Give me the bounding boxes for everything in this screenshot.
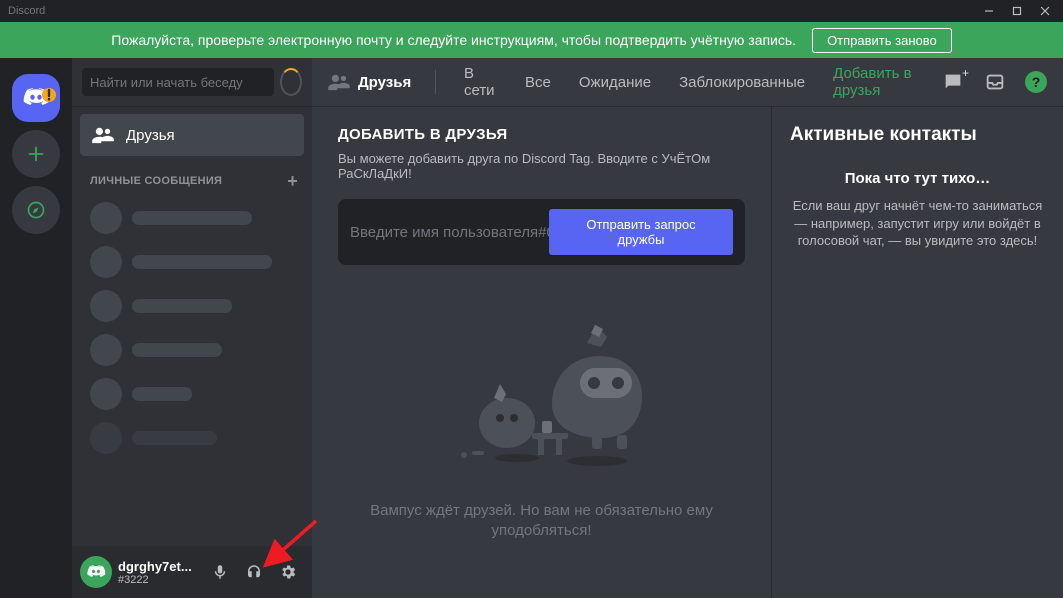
page-title: Друзья [358, 74, 411, 91]
add-server-button[interactable] [12, 130, 60, 178]
now-playing-title: Активные контакты [790, 124, 1045, 146]
empty-state-text: Вампус ждёт друзей. Но вам не обязательн… [362, 501, 722, 540]
banner-resend-button[interactable]: Отправить заново [812, 28, 952, 53]
mute-button[interactable] [204, 556, 236, 588]
friends-icon [328, 73, 350, 91]
tab-blocked[interactable]: Заблокированные [675, 72, 809, 93]
dm-placeholder-item [80, 285, 304, 327]
server-sidebar [0, 22, 72, 598]
search-input[interactable] [82, 68, 274, 96]
dm-placeholder-item [80, 373, 304, 415]
empty-state-illustration [392, 303, 692, 473]
user-avatar[interactable] [80, 556, 112, 588]
dm-placeholder-item [80, 417, 304, 459]
dm-placeholder-item [80, 197, 304, 239]
tab-all[interactable]: Все [521, 72, 555, 93]
send-friend-request-button[interactable]: Отправить запрос дружбы [549, 209, 733, 255]
dm-header-label: ЛИЧНЫЕ СООБЩЕНИЯ [90, 175, 222, 187]
content-area: Пожалуйста, проверьте электронную почту … [312, 22, 1063, 598]
window-controls [975, 0, 1059, 22]
message-icon [942, 71, 964, 93]
gear-icon [279, 563, 297, 581]
notification-badge-icon [40, 86, 58, 104]
settings-button[interactable] [272, 556, 304, 588]
help-button[interactable]: ? [1025, 71, 1047, 93]
deafen-button[interactable] [238, 556, 270, 588]
dm-placeholder-item [80, 241, 304, 283]
maximize-button[interactable] [1003, 0, 1031, 22]
add-friend-input[interactable] [350, 224, 549, 241]
compass-icon [26, 200, 46, 220]
friends-icon [92, 126, 114, 144]
user-tag: #3222 [118, 574, 198, 586]
minimize-button[interactable] [975, 0, 1003, 22]
discord-logo-icon [86, 565, 106, 579]
add-friend-subtitle: Вы можете добавить друга по Discord Tag.… [338, 151, 745, 181]
now-playing-column: Активные контакты Пока что тут тихо… Есл… [771, 106, 1063, 598]
add-friend-title: ДОБАВИТЬ В ДРУЗЬЯ [338, 126, 745, 143]
now-playing-quiet-desc: Если ваш друг начнёт чем-то заниматься —… [790, 197, 1045, 250]
tab-add-friend[interactable]: Добавить в друзья [829, 63, 933, 101]
app-title: Discord [8, 5, 45, 17]
microphone-icon [211, 563, 229, 581]
friends-nav-button[interactable]: Друзья [80, 114, 304, 156]
headphones-icon [245, 563, 263, 581]
now-playing-quiet-title: Пока что тут тихо… [790, 170, 1045, 187]
titlebar: Discord [0, 0, 1063, 22]
inbox-button[interactable] [983, 70, 1007, 94]
banner-text: Пожалуйста, проверьте электронную почту … [111, 32, 796, 48]
create-dm-button[interactable]: + [287, 172, 298, 190]
add-friend-panel: ДОБАВИТЬ В ДРУЗЬЯ Вы можете добавить дру… [312, 106, 771, 598]
new-group-dm-button[interactable]: + [941, 70, 965, 94]
tab-pending[interactable]: Ожидание [575, 72, 655, 93]
close-button[interactable] [1031, 0, 1059, 22]
inbox-icon [984, 71, 1006, 93]
plus-icon [25, 143, 47, 165]
dm-section-header: ЛИЧНЫЕ СООБЩЕНИЯ + [72, 158, 312, 196]
user-panel: dgrghy7et... #3222 [72, 546, 312, 598]
channel-sidebar: Друзья ЛИЧНЫЕ СООБЩЕНИЯ + dgrghy7et... #… [72, 22, 312, 598]
friends-nav-label: Друзья [126, 127, 175, 144]
friends-topbar: Друзья В сети Все Ожидание Заблокированн… [312, 58, 1063, 106]
explore-servers-button[interactable] [12, 186, 60, 234]
tab-online[interactable]: В сети [460, 63, 501, 101]
loading-spinner-icon [280, 68, 302, 96]
dm-placeholder-item [80, 329, 304, 371]
username: dgrghy7et... [118, 559, 198, 574]
